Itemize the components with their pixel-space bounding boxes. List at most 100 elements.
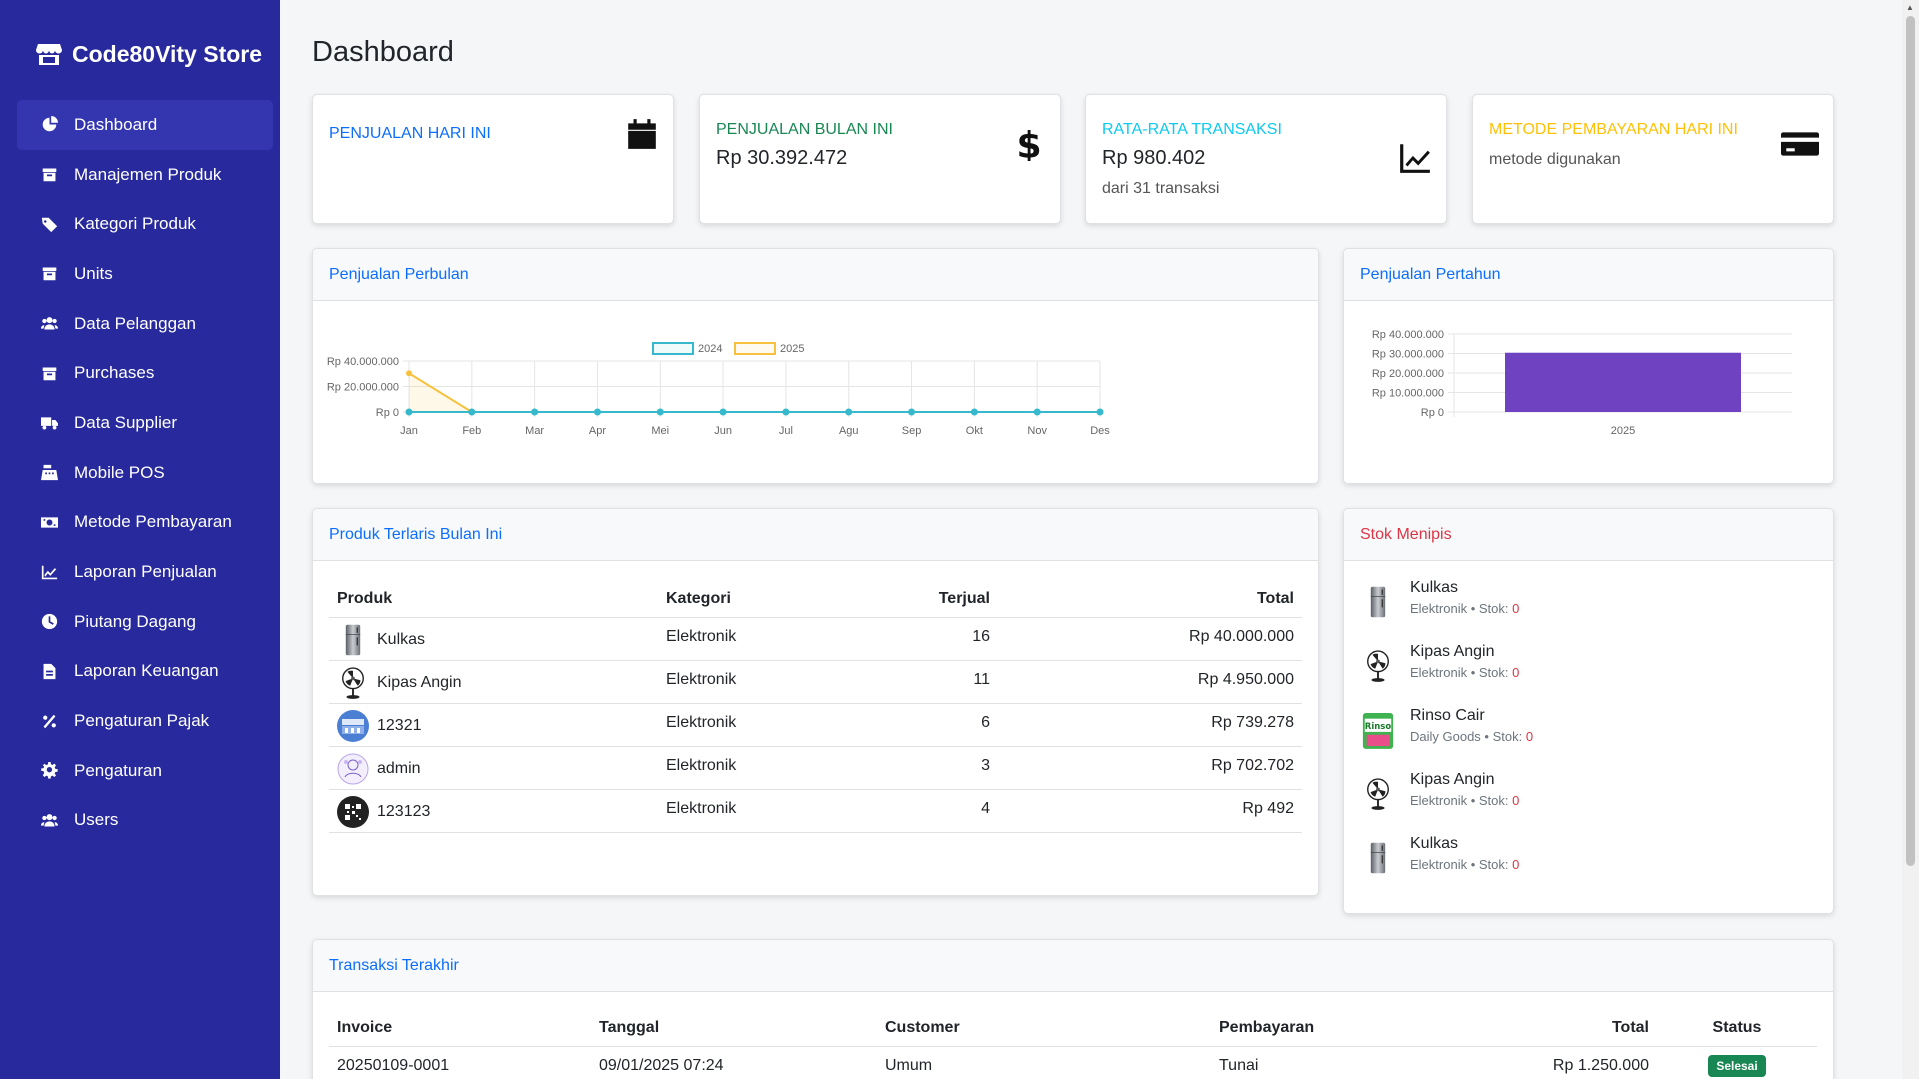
col-terjual: Terjual bbox=[858, 581, 998, 618]
sidebar-item-mobile-pos[interactable]: Mobile POS bbox=[17, 448, 273, 498]
date-cell: 09/01/2025 07:24 bbox=[591, 1046, 877, 1079]
stat-card-today: PENJUALAN HARI INI bbox=[312, 94, 674, 224]
x-tick-label: Jul bbox=[779, 425, 793, 437]
x-tick-label: Mei bbox=[651, 425, 669, 437]
data-point-2024 bbox=[719, 408, 727, 416]
x-tick-label: 2025 bbox=[1611, 425, 1635, 437]
page-scrollbar[interactable]: ▲ bbox=[1902, 0, 1919, 1079]
top-products-card: Produk Terlaris Bulan Ini Produk Kategor… bbox=[312, 508, 1319, 896]
data-point-2024 bbox=[782, 408, 790, 416]
users-icon bbox=[39, 314, 59, 334]
data-point-2024 bbox=[970, 408, 978, 416]
scroll-up-arrow-icon[interactable]: ▲ bbox=[1906, 3, 1914, 12]
legend-label-2024: 2024 bbox=[698, 343, 722, 355]
sidebar-item-pengaturan[interactable]: Pengaturan bbox=[17, 746, 273, 796]
data-point-2024 bbox=[468, 408, 476, 416]
sidebar-item-kategori-produk[interactable]: Kategori Produk bbox=[17, 199, 273, 249]
sidebar-item-label: Users bbox=[74, 810, 119, 830]
product-sold: 6 bbox=[858, 703, 998, 747]
product-sold: 4 bbox=[858, 789, 998, 833]
yearly-sales-chart: Rp 40.000.000 Rp 30.000.000 Rp 20.000.000 R… bbox=[1372, 329, 1792, 437]
data-point-2024 bbox=[845, 408, 853, 416]
box-icon bbox=[39, 264, 59, 284]
product-total: Rp 492 bbox=[998, 789, 1302, 833]
credit-card-icon bbox=[1781, 127, 1819, 161]
product-total: Rp 4.950.000 bbox=[998, 660, 1302, 704]
x-tick-label: Feb bbox=[462, 425, 481, 437]
stat-card-month: PENJUALAN BULAN INI Rp 30.392.472 $ bbox=[699, 94, 1061, 224]
sidebar-item-dashboard[interactable]: Dashboard bbox=[17, 100, 273, 150]
sidebar-item-piutang-dagang[interactable]: Piutang Dagang bbox=[17, 597, 273, 647]
monthly-sales-chart: 2024 2025 Rp 40.000.000 Rp 20.000.000 Rp 0Ja… bbox=[327, 342, 1110, 437]
series-line-2025 bbox=[408, 372, 1100, 413]
chart-line-icon bbox=[1398, 141, 1432, 175]
transactions-table: Invoice Tanggal Customer Pembayaran Tota… bbox=[329, 1010, 1817, 1079]
stock-item-name: Kulkas bbox=[1410, 579, 1459, 596]
sidebar-item-pengaturan-pajak[interactable]: Pengaturan Pajak bbox=[17, 696, 273, 746]
product-sold: 3 bbox=[858, 746, 998, 790]
sidebar-item-label: Mobile POS bbox=[74, 462, 165, 482]
sidebar-item-purchases[interactable]: Purchases bbox=[17, 348, 273, 398]
legend-swatch-2024 bbox=[652, 342, 694, 355]
brand[interactable]: Code80Vity Store bbox=[0, 0, 280, 80]
gear-icon bbox=[39, 761, 59, 781]
qr-icon bbox=[337, 796, 369, 828]
brand-name: Code80Vity Store bbox=[72, 40, 263, 67]
sidebar-item-laporan-penjualan[interactable]: Laporan Penjualan bbox=[17, 547, 273, 597]
page-title: Dashboard bbox=[312, 36, 454, 68]
stat-label: METODE PEMBAYARAN HARI INI bbox=[1489, 121, 1738, 138]
fridge-icon bbox=[1360, 579, 1396, 625]
percent-icon bbox=[39, 711, 59, 731]
table-row: Kulkas Elektronik 16 Rp 40.000.000 bbox=[329, 617, 1302, 661]
invoice-cell: 20250109-0001 bbox=[329, 1046, 591, 1079]
scrollbar-thumb[interactable] bbox=[1906, 16, 1915, 866]
top-products-table: Produk Kategori Terjual Total Kulkas Elek… bbox=[329, 581, 1302, 833]
col-customer: Customer bbox=[877, 1010, 1211, 1047]
product-sold: 11 bbox=[858, 660, 998, 704]
sidebar-item-label: Dashboard bbox=[74, 114, 158, 134]
list-item: Kulkas Elektronik • Stok: 0 bbox=[1344, 821, 1833, 885]
list-item: Rinso Rinso Cair Daily Goods • Stok: 0 bbox=[1344, 693, 1833, 757]
product-category: Elektronik bbox=[658, 703, 858, 747]
sidebar-item-units[interactable]: Units bbox=[17, 249, 273, 299]
y-tick-label: Rp 20.000.000 bbox=[327, 382, 399, 394]
y-tick-label: Rp 0 bbox=[1421, 407, 1444, 419]
product-category: Elektronik bbox=[658, 789, 858, 833]
x-tick-label: Jan bbox=[400, 425, 418, 437]
data-point-2024 bbox=[1033, 408, 1041, 416]
sidebar-item-label: Metode Pembayaran bbox=[74, 512, 232, 532]
sidebar-item-laporan-keuangan[interactable]: Laporan Keuangan bbox=[17, 647, 273, 697]
col-tanggal: Tanggal bbox=[591, 1010, 877, 1047]
tag-icon bbox=[39, 214, 59, 234]
x-tick-label: Okt bbox=[966, 425, 983, 437]
separator: • bbox=[1467, 601, 1479, 616]
x-tick-label: Agu bbox=[839, 425, 859, 437]
status-badge: Selesai bbox=[1708, 1055, 1766, 1077]
stat-subtext: metode digunakan bbox=[1489, 151, 1621, 168]
sidebar: Code80Vity Store Dashboard Manajemen Prod… bbox=[0, 0, 280, 1079]
sidebar-item-metode-pembayaran[interactable]: Metode Pembayaran bbox=[17, 498, 273, 548]
y-tick-label: Rp 40.000.000 bbox=[1372, 329, 1444, 341]
stock-value: 0 bbox=[1512, 857, 1520, 872]
stat-value: Rp 30.392.472 bbox=[716, 147, 848, 169]
stock-item-category: Elektronik bbox=[1410, 793, 1468, 808]
box-icon bbox=[39, 363, 59, 383]
payment-cell: Tunai bbox=[1211, 1046, 1441, 1079]
sidebar-item-manajemen-produk[interactable]: Manajemen Produk bbox=[17, 150, 273, 200]
stock-item-name: Kipas Angin bbox=[1410, 643, 1495, 660]
x-tick-label: Sep bbox=[902, 425, 922, 437]
sidebar-item-data-pelanggan[interactable]: Data Pelanggan bbox=[17, 299, 273, 349]
table-row[interactable]: 20250109-0001 09/01/2025 07:24 Umum Tunai Rp… bbox=[329, 1046, 1817, 1079]
sidebar-item-label: Pengaturan Pajak bbox=[74, 711, 210, 731]
separator: • bbox=[1480, 729, 1493, 744]
list-item: Kipas Angin Elektronik • Stok: 0 bbox=[1344, 629, 1833, 693]
x-tick-label: Des bbox=[1090, 425, 1110, 437]
dashboard-icon bbox=[39, 115, 59, 135]
chart-icon bbox=[39, 562, 59, 582]
product-category: Elektronik bbox=[658, 746, 858, 790]
product-total: Rp 702.702 bbox=[998, 746, 1302, 790]
sidebar-item-data-supplier[interactable]: Data Supplier bbox=[17, 398, 273, 448]
file-icon bbox=[39, 661, 59, 681]
sidebar-item-users[interactable]: Users bbox=[17, 796, 273, 846]
data-point-2024 bbox=[656, 408, 664, 416]
